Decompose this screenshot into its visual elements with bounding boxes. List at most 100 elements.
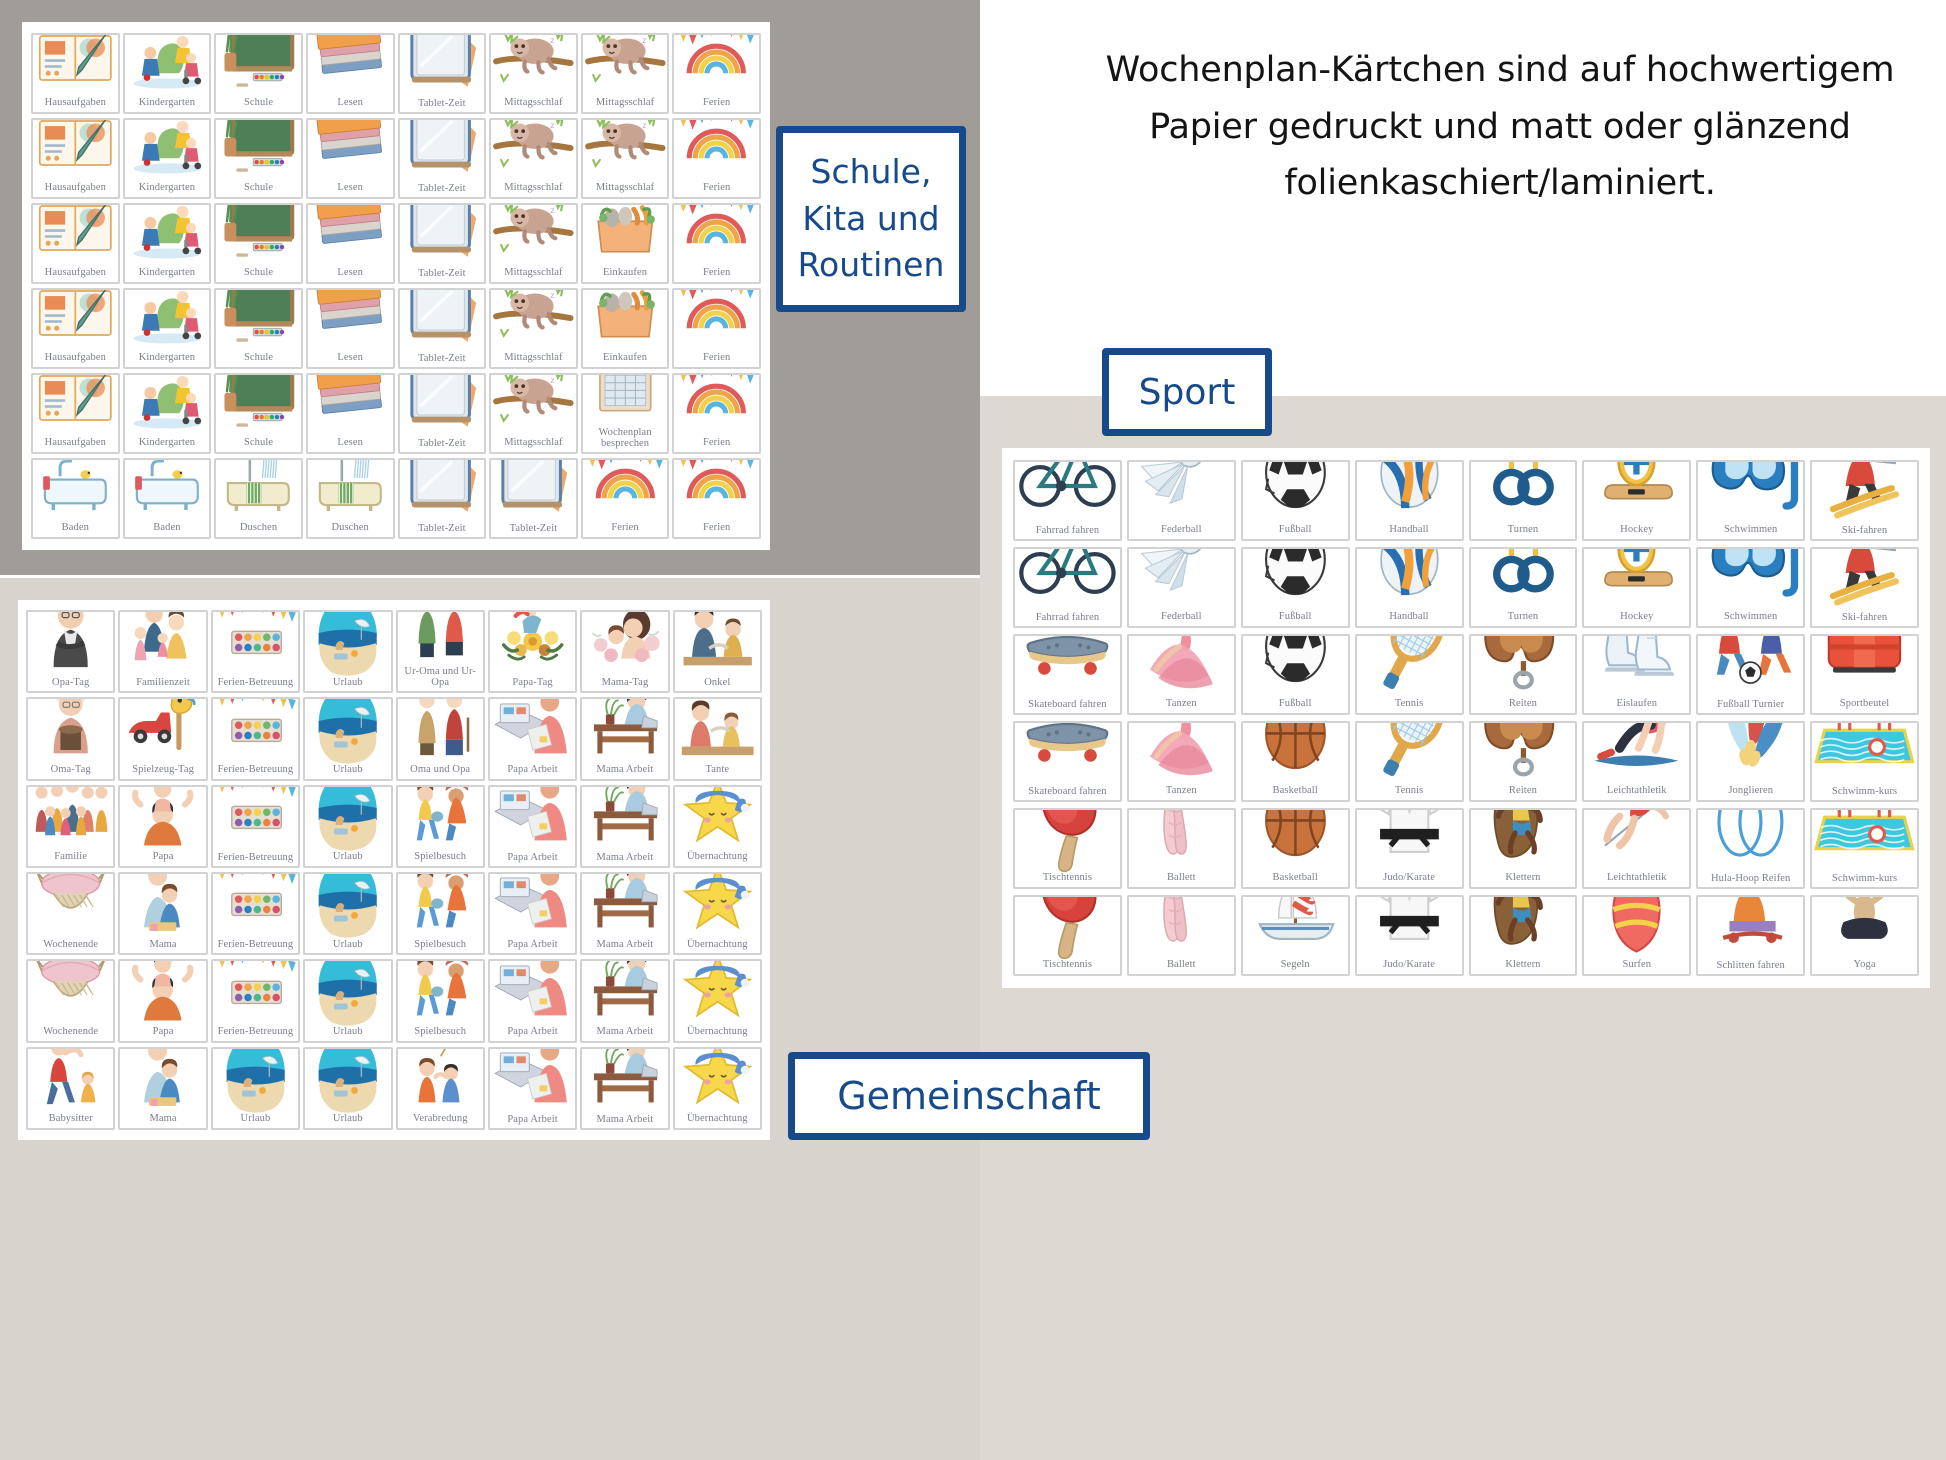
bicycle-icon [1015, 549, 1120, 613]
card: Urlaub [303, 1046, 393, 1130]
card: Schule [214, 118, 303, 199]
card-label: Mama Arbeit [596, 764, 654, 776]
ice-skates-icon [1584, 636, 1689, 699]
homework-book-icon [33, 120, 118, 183]
tablet-icon [491, 460, 576, 524]
card-label: Tennis [1394, 698, 1424, 710]
card-label: Lesen [337, 267, 363, 279]
kindergarten-kids-icon [125, 35, 210, 98]
grandfather-icon [28, 612, 113, 678]
card: Übernachtung [672, 872, 762, 956]
category-label-sport-text: Sport [1138, 371, 1236, 413]
sleeping-star-icon [675, 961, 760, 1027]
card-label: Handball [1389, 524, 1429, 536]
card: Tanzen [1126, 721, 1236, 802]
card: Ferien-Betreuung [210, 959, 301, 1043]
card: Tablet-Zeit [397, 288, 487, 369]
card: Fußball Turnier [1696, 634, 1806, 715]
sloth-icon: z [583, 119, 668, 183]
card-label: Judo/Karate [1383, 872, 1435, 884]
book-stack-icon [308, 205, 393, 268]
card-label: Kindergarten [138, 182, 196, 194]
climbing-icon [1471, 897, 1576, 960]
card: z Mittagsschlaf [489, 288, 578, 369]
card-label: Papa Arbeit [507, 938, 558, 950]
card: Ballett [1126, 808, 1236, 889]
skateboard-icon [1015, 636, 1120, 700]
card: Papa Arbeit [487, 784, 578, 868]
card-label: Hausaufgaben [44, 352, 106, 364]
headline-text: Wochenplan-Kärtchen sind auf hochwertige… [1105, 50, 1895, 204]
card: Tablet-Zeit [397, 118, 487, 199]
card: Tennis [1354, 721, 1464, 802]
card-label: Skateboard fahren [1028, 785, 1107, 797]
card: Oma und Opa [395, 697, 485, 781]
card-label: Ferien [611, 522, 639, 534]
card: Kindergarten [122, 118, 212, 199]
mom-hug-icon [120, 874, 205, 940]
dad-shoulders-icon [120, 786, 205, 853]
sports-bag-icon [1812, 636, 1917, 699]
card: Ferien [580, 458, 670, 539]
card: Urlaub [303, 959, 393, 1043]
svg-text:z: z [642, 119, 646, 129]
mom-desk-icon [582, 961, 667, 1027]
card: Übernachtung [672, 784, 762, 868]
card-label: Ur-Oma und Ur-Opa [404, 666, 476, 688]
card-label: Fußball [1278, 698, 1312, 710]
card: z Mittagsschlaf [489, 118, 578, 199]
toy-car-icon [120, 699, 205, 765]
card: Schwimmen [1696, 547, 1806, 628]
card: Segeln [1240, 895, 1350, 976]
card-label: Skateboard fahren [1028, 698, 1107, 710]
kindergarten-kids-icon [125, 290, 210, 353]
dad-working-icon [490, 786, 575, 853]
rainbow-bunting-icon [583, 460, 668, 523]
gym-rings-icon [1471, 549, 1576, 612]
card-label: Handball [1389, 611, 1429, 623]
card-label: Tanzen [1165, 698, 1197, 710]
ballet-shoes-icon [1129, 810, 1234, 873]
judo-gi-icon [1357, 897, 1462, 960]
category-label-community-text: Gemeinschaft [837, 1074, 1101, 1118]
card-label: Mama Arbeit [596, 851, 654, 863]
card: Fahrrad fahren [1013, 460, 1122, 541]
hammock-icon [28, 874, 113, 940]
hammock-icon [28, 961, 113, 1027]
card-label: Urlaub [332, 1113, 363, 1125]
card: Papa Arbeit [487, 1046, 578, 1130]
card-label: Leichtathletik [1606, 872, 1667, 884]
kindergarten-kids-icon [125, 375, 210, 438]
card: Federball [1126, 547, 1236, 628]
card-label: Übernachtung [686, 938, 748, 950]
card-label: Turnen [1507, 524, 1539, 536]
dad-shoulders-icon [120, 961, 205, 1027]
card-label: Wochenende [43, 938, 99, 950]
card: z Mittagsschlaf [489, 373, 578, 454]
card: Yoga [1810, 895, 1919, 976]
kindergarten-kids-icon [125, 120, 210, 183]
card: Urlaub [303, 784, 393, 868]
bicycle-icon [1015, 462, 1120, 526]
grocery-bag-icon [583, 205, 668, 268]
card: Urlaub [303, 872, 393, 956]
card: Hausaufgaben [31, 118, 120, 199]
card: Schule [214, 373, 303, 454]
surfboard-icon [1584, 897, 1689, 960]
sledding-icon [1698, 897, 1803, 961]
card: Reiten [1468, 634, 1578, 715]
card-label: Tablet-Zeit [418, 97, 466, 109]
skier-icon [1812, 549, 1917, 613]
card: Fahrrad fahren [1013, 547, 1122, 628]
card-label: Hausaufgaben [44, 97, 106, 109]
table-tennis-icon [1015, 810, 1120, 873]
card: Ferien-Betreuung [210, 610, 301, 694]
sleeping-star-icon [675, 1048, 760, 1115]
card-label: Ski-fahren [1841, 611, 1888, 623]
card-label: Opa-Tag [52, 676, 90, 688]
card: Oma-Tag [26, 697, 116, 781]
dad-working-icon [490, 699, 575, 765]
card: Klettern [1468, 895, 1578, 976]
card-label: Ferien-Betreuung [217, 938, 294, 950]
card: Verabredung [395, 1046, 485, 1130]
